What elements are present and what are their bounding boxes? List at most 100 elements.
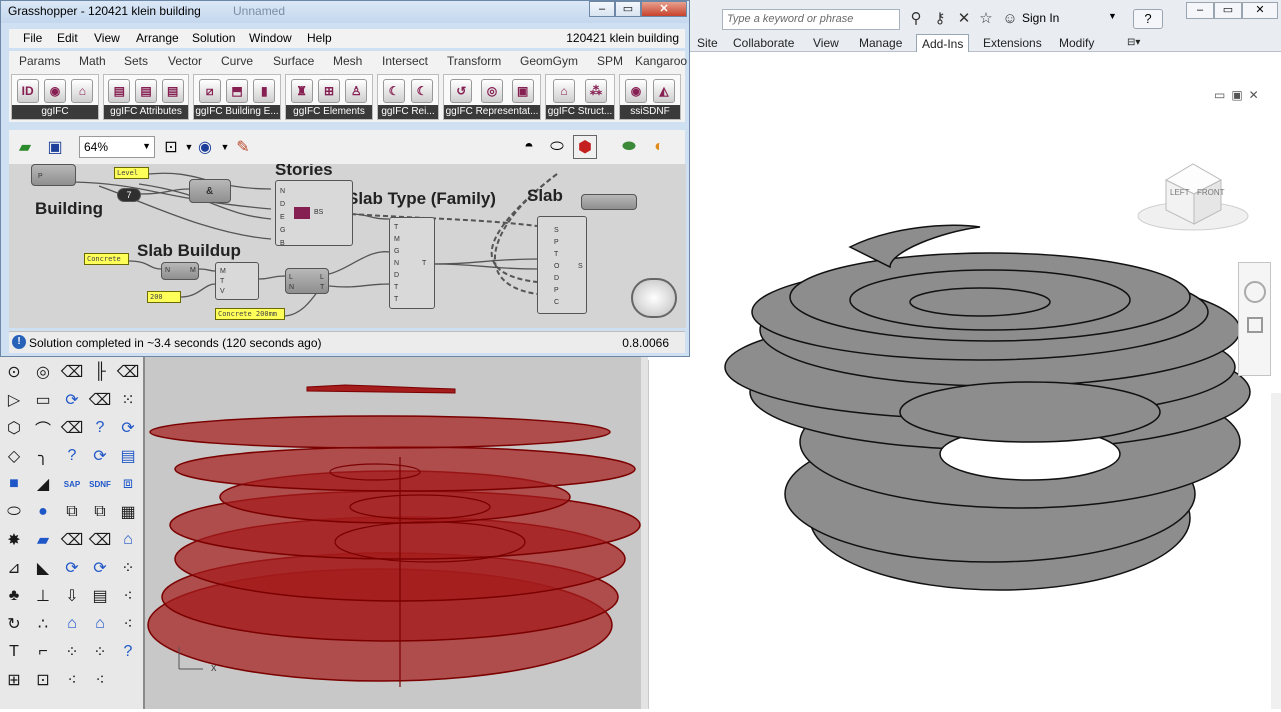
loop-icon[interactable]: ↺ [450, 79, 473, 103]
star-icon[interactable]: ☆ [976, 9, 996, 29]
sphere-tool-icon[interactable]: ● [30, 499, 56, 525]
link-tool-icon[interactable]: ⁖ [59, 667, 85, 693]
refresh-tool-icon-2[interactable]: ⟳ [59, 555, 85, 581]
door-icon[interactable]: ▮ [253, 79, 276, 103]
slab-output-component[interactable] [581, 194, 637, 210]
zoom-select[interactable]: 64% ▼ [79, 136, 155, 158]
tab-geomgym[interactable]: GeomGym [520, 54, 578, 68]
ampersand-component[interactable]: & [189, 179, 231, 203]
grid-tool-icon[interactable]: ⊞ [1, 667, 27, 693]
menu-help[interactable]: Help [307, 31, 332, 45]
building-component[interactable]: P [31, 164, 76, 186]
group-tool-icon[interactable]: ∴ [30, 611, 56, 637]
fillet-tool-icon[interactable]: ◣ [30, 555, 56, 581]
tab-view[interactable]: View [808, 34, 844, 52]
rotate-tool-icon[interactable]: ↻ [1, 611, 27, 637]
curve-icon[interactable]: ☾ [383, 79, 405, 103]
beam-icon[interactable]: ⧄ [198, 79, 221, 103]
polyline-tool-icon[interactable]: ▷ [1, 387, 27, 413]
box-tool-icon-2[interactable]: ⧈ [115, 471, 141, 497]
navigation-compass-icon[interactable] [631, 278, 677, 318]
help-tool-icon-2[interactable]: ? [87, 415, 113, 441]
slab-icon[interactable]: ⬒ [225, 79, 248, 103]
tab-extensions[interactable]: Extensions [978, 34, 1047, 52]
trash-tool-icon-3[interactable]: ⌫ [87, 527, 113, 553]
polygon-tool-icon[interactable]: ⬡ [1, 415, 27, 441]
menu-view[interactable]: View [94, 31, 120, 45]
sweep-tool-icon[interactable]: ◢ [30, 471, 56, 497]
tab-mesh[interactable]: Mesh [333, 54, 362, 68]
cylinder-tool-icon[interactable]: ⬭ [1, 499, 27, 525]
scatter-tool-icon[interactable]: ⁙ [115, 387, 141, 413]
sdnf-icon[interactable]: ◉ [625, 79, 647, 103]
hierarchy-tool-icon[interactable]: ╟ [87, 359, 113, 385]
eye-tool-icon[interactable]: ◎ [30, 359, 56, 385]
layer-set-component[interactable]: LNLT [285, 268, 329, 294]
copy-tool-icon[interactable]: ⧉ [59, 499, 85, 525]
sketch-pen-icon[interactable]: ✎ [231, 135, 255, 159]
steering-wheel-icon[interactable] [1243, 281, 1266, 303]
document-tool-icon-2[interactable]: ▤ [115, 443, 141, 469]
tab-add-ins[interactable]: Add-Ins [916, 34, 970, 52]
link-tool-icon-2[interactable]: ⁖ [87, 667, 113, 693]
viewcube[interactable]: LEFT FRONT [1136, 158, 1251, 238]
refresh-tool-icon[interactable]: ⟳ [59, 387, 85, 413]
tab-params[interactable]: Params [19, 54, 60, 68]
minimize-button[interactable]: – [1186, 2, 1214, 19]
building-icon[interactable]: ⌂ [71, 79, 94, 103]
box-tool-icon[interactable]: ■ [1, 471, 27, 497]
node-tool-icon-3[interactable]: ⁘ [115, 555, 141, 581]
delete-tool-icon[interactable]: ⌫ [59, 415, 85, 441]
refresh-tool-icon-4[interactable]: ⟳ [87, 555, 113, 581]
dimension-tool-icon[interactable]: ⊡ [30, 667, 56, 693]
gh-maximize-button[interactable]: ▭ [615, 1, 641, 17]
tab-kangaroo[interactable]: Kangaroo [635, 54, 687, 68]
link-tool-icon-3[interactable]: ⁖ [115, 583, 141, 609]
mesh-tool-icon[interactable]: ▰ [30, 527, 56, 553]
node-tool-icon-2[interactable]: ⁘ [87, 639, 113, 665]
connect-tool-icon[interactable]: ⁖ [115, 611, 141, 637]
concrete-panel[interactable]: Concrete [84, 253, 129, 265]
export-tool-icon[interactable]: ⇩ [59, 583, 85, 609]
preview-mode-icon[interactable]: ◓ [517, 135, 541, 159]
maximize-button[interactable]: ▭ [1214, 2, 1242, 19]
close-button[interactable]: ✕ [1242, 2, 1278, 19]
tab-site[interactable]: Site [692, 34, 723, 52]
level-panel[interactable]: Level [114, 167, 149, 179]
ribbon-options-icon[interactable]: ⊟▾ [1122, 34, 1145, 52]
open-sap-icon[interactable]: SAP [59, 471, 85, 497]
trash-tool-icon-2[interactable]: ⌫ [59, 527, 85, 553]
open-sdnf-icon[interactable]: SDNF [87, 471, 113, 497]
sign-in-button[interactable]: Sign In [1022, 11, 1059, 25]
curve-tool-icon[interactable]: ⌒ [30, 415, 56, 441]
tab-surface[interactable]: Surface [273, 54, 314, 68]
help-tool-icon[interactable]: ? [59, 443, 85, 469]
revit-search-input[interactable]: Type a keyword or phrase [722, 9, 900, 30]
boolean-tool-icon[interactable]: ♣ [1, 583, 27, 609]
slab-component[interactable]: SPTODPC S [537, 216, 587, 314]
person-icon[interactable]: ♙ [345, 79, 368, 103]
node-tool-icon[interactable]: ⁘ [59, 639, 85, 665]
help-button[interactable]: ? [1133, 9, 1163, 29]
view-window-controls[interactable]: ▭▣✕ [1214, 88, 1265, 102]
scrollbar[interactable] [1271, 393, 1281, 709]
arc-tool-icon[interactable]: ╮ [30, 443, 56, 469]
chevron-down-icon[interactable]: ▼ [1108, 11, 1117, 21]
frame-icon[interactable]: ▣ [511, 79, 534, 103]
window-icon[interactable]: ⊞ [317, 79, 340, 103]
thickness-panel[interactable]: 200 [147, 291, 181, 303]
delete-tool-icon-2[interactable]: ⌫ [87, 387, 113, 413]
open-file-icon[interactable]: ▰ [13, 135, 37, 159]
binoculars-icon[interactable]: ⚲ [906, 9, 926, 29]
menu-solution[interactable]: Solution [192, 31, 235, 45]
material-component[interactable]: NM [161, 262, 199, 280]
tab-math[interactable]: Math [79, 54, 106, 68]
house-tool-icon-3[interactable]: ⌂ [115, 527, 141, 553]
sphere-icon[interactable]: ◎ [480, 79, 503, 103]
network-icon[interactable]: ⁂ [585, 79, 607, 103]
house-tool-icon[interactable]: ⌂ [59, 611, 85, 637]
rhino-viewport[interactable]: x [143, 357, 641, 709]
trim-tool-icon[interactable]: ⊿ [1, 555, 27, 581]
tab-spm[interactable]: SPM [597, 54, 623, 68]
zoom-icon[interactable] [1246, 317, 1263, 333]
